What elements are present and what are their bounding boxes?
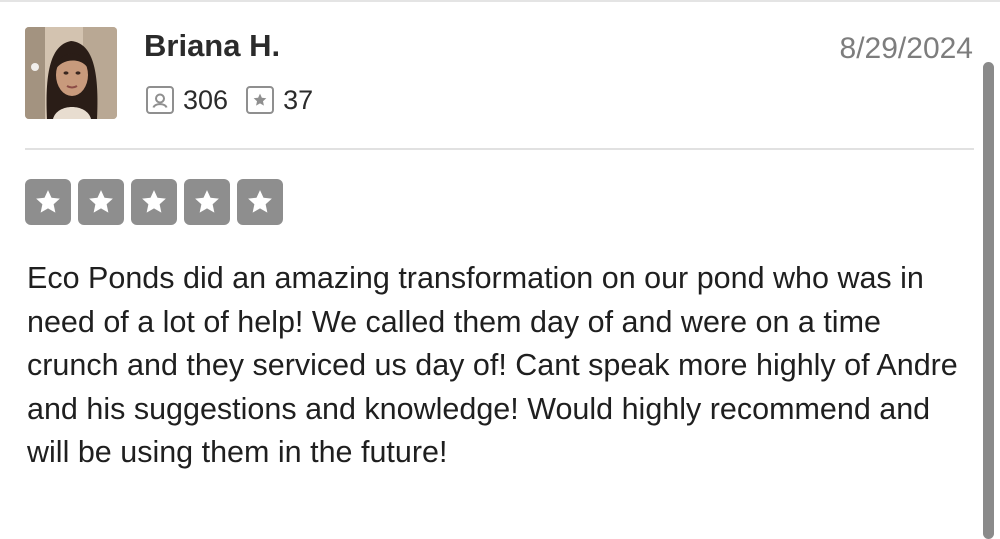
- reviewer-name[interactable]: Briana H.: [144, 28, 280, 64]
- photo-count: 37: [283, 84, 314, 115]
- reviewer-stats: 306 37: [146, 83, 313, 117]
- star-icon: [25, 179, 71, 225]
- review-text: Eco Ponds did an amazing transformation …: [27, 261, 958, 469]
- header-divider: [25, 148, 974, 150]
- star-icon: [184, 179, 230, 225]
- scrollbar[interactable]: [983, 62, 994, 539]
- top-divider: [0, 0, 1000, 2]
- star-icon: [78, 179, 124, 225]
- avatar[interactable]: [25, 27, 117, 119]
- review-count: 306: [183, 84, 229, 115]
- star-icon: [237, 179, 283, 225]
- review-count-icon: [146, 86, 174, 114]
- review-date: 8/29/2024: [839, 32, 973, 65]
- star-rating: [25, 179, 290, 225]
- star-badge-icon: [246, 86, 275, 114]
- star-icon: [131, 179, 177, 225]
